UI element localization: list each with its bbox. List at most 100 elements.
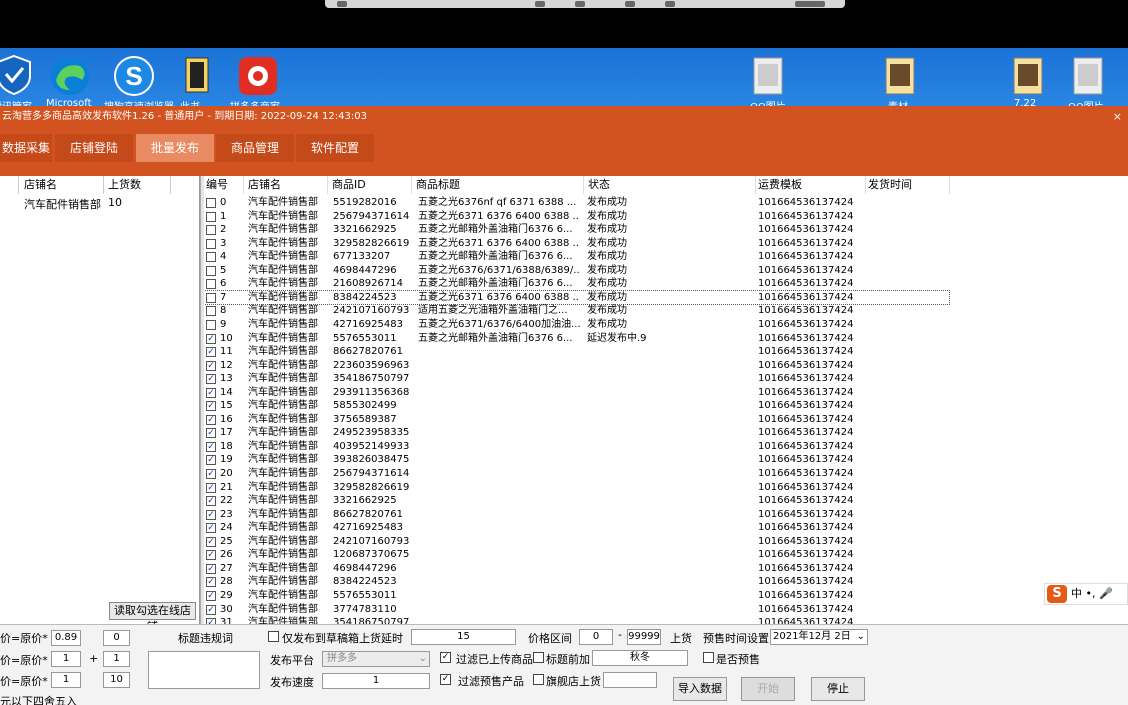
table-row[interactable]: ✓ 26 汽车配件销售部 120687370675 101664536137424 <box>204 548 1128 562</box>
price-range-min[interactable]: 0 <box>579 629 613 645</box>
table-row[interactable]: 3 汽车配件销售部 329582826619 五菱之光6371 6376 6400 6… <box>204 237 1128 251</box>
row-checkbox[interactable]: ✓ <box>206 550 216 561</box>
row-checkbox[interactable]: ✓ <box>206 387 216 398</box>
row-checkbox[interactable]: ✓ <box>206 374 216 385</box>
only-draft-checkbox[interactable] <box>268 631 279 642</box>
row-checkbox[interactable] <box>206 265 216 276</box>
price-rule-3-offset[interactable]: 10 <box>103 672 130 688</box>
table-row[interactable]: ✓ 30 汽车配件销售部 3774783110 101664536137424 <box>204 603 1128 617</box>
title-prefix-input[interactable]: 秋冬 <box>592 650 688 666</box>
row-checkbox[interactable]: ✓ <box>206 509 216 520</box>
row-checkbox[interactable]: ✓ <box>206 563 216 574</box>
tab-1[interactable]: 店铺登陆 <box>55 134 133 162</box>
tab-0[interactable]: 数据采集 <box>0 134 52 162</box>
sogou-icon[interactable]: S <box>112 54 156 98</box>
row-checkbox[interactable]: ✓ <box>206 455 216 466</box>
table-row[interactable]: ✓ 15 汽车配件销售部 5855302499 101664536137424 <box>204 399 1128 413</box>
row-checkbox[interactable] <box>206 225 216 236</box>
table-row[interactable]: 4 汽车配件销售部 677133207 五菱之光邮箱外盖油箱门6376 6... 发布成… <box>204 250 1128 264</box>
read-online-shops-button[interactable]: 读取勾选在线店铺 <box>109 602 196 633</box>
title-prefix-checkbox[interactable] <box>533 652 544 663</box>
table-row[interactable]: ✓ 24 汽车配件销售部 42716925483 101664536137424 <box>204 521 1128 535</box>
price-rule-1-multiplier[interactable]: 0.89 <box>51 630 81 646</box>
table-row[interactable]: ✓ 25 汽车配件销售部 242107160793 101664536137424 <box>204 535 1128 549</box>
tab-2[interactable]: 批量发布 <box>136 134 214 162</box>
row-checkbox[interactable] <box>206 292 216 303</box>
table-row[interactable]: ✓ 28 汽车配件销售部 8384224523 101664536137424 <box>204 575 1128 589</box>
is-presale-checkbox[interactable] <box>703 652 714 663</box>
row-checkbox[interactable] <box>206 198 216 208</box>
security-icon[interactable] <box>0 54 38 98</box>
book-icon[interactable] <box>178 54 222 98</box>
table-row[interactable]: 6 汽车配件销售部 21608926714 五菱之光邮箱外盖油箱门6376 6... 发… <box>204 277 1128 291</box>
row-checkbox[interactable]: ✓ <box>206 523 216 534</box>
col-header-status[interactable]: 状态 <box>586 176 756 194</box>
edge-icon[interactable] <box>48 54 92 98</box>
table-row[interactable]: ✓ 20 汽车配件销售部 256794371614 101664536137424 <box>204 467 1128 481</box>
row-checkbox[interactable]: ✓ <box>206 469 216 479</box>
row-checkbox[interactable]: ✓ <box>206 577 216 588</box>
table-row[interactable]: 0 汽车配件销售部 5519282016 五菱之光6376nf qf 6371 638… <box>204 196 1128 210</box>
row-checkbox[interactable] <box>206 238 216 249</box>
qq-image-icon[interactable] <box>748 54 792 98</box>
tab-4[interactable]: 软件配置 <box>296 134 374 162</box>
price-range-max[interactable]: 99999 <box>627 629 661 645</box>
row-checkbox[interactable] <box>206 319 216 330</box>
flagship-checkbox[interactable] <box>533 674 544 685</box>
row-checkbox[interactable]: ✓ <box>206 428 216 439</box>
table-row[interactable]: ✓ 19 汽车配件销售部 393826038475 101664536137424 <box>204 453 1128 467</box>
table-row[interactable]: ✓ 17 汽车配件销售部 249523958335 101664536137424 <box>204 426 1128 440</box>
row-checkbox[interactable]: ✓ <box>206 333 216 344</box>
row-checkbox[interactable]: ✓ <box>206 496 216 507</box>
table-row[interactable]: ✓ 29 汽车配件销售部 5576553011 101664536137424 <box>204 589 1128 603</box>
row-checkbox[interactable] <box>206 279 216 290</box>
price-rule-2-offset[interactable]: 1 <box>103 651 130 667</box>
table-row[interactable]: ✓ 16 汽车配件销售部 3756589387 101664536137424 <box>204 413 1128 427</box>
price-rule-2-multiplier[interactable]: 1 <box>51 651 81 667</box>
image-icon[interactable] <box>880 54 924 98</box>
import-data-button[interactable]: 导入数据 <box>673 677 727 701</box>
col-header-no[interactable]: 编号 <box>204 176 244 194</box>
filter-uploaded-checkbox[interactable]: ✓ <box>440 652 451 663</box>
row-checkbox[interactable]: ✓ <box>206 482 216 493</box>
row-checkbox[interactable]: ✓ <box>206 360 216 371</box>
col-header-ship-time[interactable]: 发货时间 <box>866 176 950 194</box>
row-checkbox[interactable]: ✓ <box>206 414 216 425</box>
row-checkbox[interactable] <box>206 211 216 222</box>
table-row[interactable]: 9 汽车配件销售部 42716925483 五菱之光6371/6376/6400加油油… <box>204 318 1128 332</box>
filter-presale-checkbox[interactable]: ✓ <box>440 674 451 685</box>
platform-select[interactable]: 拼多多 ⌄ <box>322 651 430 667</box>
col-header-title[interactable]: 商品标题 <box>414 176 584 194</box>
row-checkbox[interactable] <box>206 306 216 317</box>
table-row[interactable]: ✓ 11 汽车配件销售部 86627820761 101664536137424 <box>204 345 1128 359</box>
table-row[interactable]: ✓ 10 汽车配件销售部 5576553011 五菱之光邮箱外盖油箱门6376 6...… <box>204 332 1128 346</box>
flagship-input[interactable] <box>603 672 657 688</box>
table-row[interactable]: ✓ 21 汽车配件销售部 329582826619 101664536137424 <box>204 481 1128 495</box>
table-row[interactable]: 7 汽车配件销售部 8384224523 五菱之光6371 6376 6400 638… <box>204 289 950 306</box>
table-row[interactable]: 2 汽车配件销售部 3321662925 五菱之光邮箱外盖油箱门6376 6... 发布… <box>204 223 1128 237</box>
ime-toolbar[interactable]: S 中 •, 🎤 <box>1044 583 1128 605</box>
stop-button[interactable]: 停止 <box>811 677 865 701</box>
table-row[interactable]: ✓ 22 汽车配件销售部 3321662925 101664536137424 <box>204 494 1128 508</box>
file-icon[interactable] <box>1008 54 1052 98</box>
speed-input[interactable]: 1 <box>322 673 430 689</box>
qq-image-icon-2[interactable] <box>1068 54 1112 98</box>
table-row[interactable]: 1 汽车配件销售部 256794371614 五菱之光6371 6376 6400 6… <box>204 210 1128 224</box>
tab-3[interactable]: 商品管理 <box>216 134 294 162</box>
presale-date-picker[interactable]: 2021年12月 2日 ⌄ <box>770 629 868 645</box>
banned-words-textarea[interactable] <box>148 651 260 689</box>
pdd-icon[interactable] <box>236 54 280 98</box>
table-row[interactable]: 5 汽车配件销售部 4698447296 五菱之光6376/6371/6388/638… <box>204 264 1128 278</box>
price-rule-1-offset[interactable]: 0 <box>103 630 130 646</box>
col-header-template[interactable]: 运费模板 <box>756 176 866 194</box>
table-row[interactable]: ✓ 23 汽车配件销售部 86627820761 101664536137424 <box>204 508 1128 522</box>
table-row[interactable]: ✓ 14 汽车配件销售部 293911356368 101664536137424 <box>204 386 1128 400</box>
row-checkbox[interactable]: ✓ <box>206 604 216 615</box>
row-checkbox[interactable]: ✓ <box>206 347 216 358</box>
price-rule-3-multiplier[interactable]: 1 <box>51 672 81 688</box>
interval-input[interactable]: 15 <box>411 629 516 645</box>
table-row[interactable]: ✓ 13 汽车配件销售部 354186750797 101664536137424 <box>204 372 1128 386</box>
table-row[interactable]: ✓ 12 汽车配件销售部 223603596963 101664536137424 <box>204 359 1128 373</box>
row-checkbox[interactable] <box>206 252 216 263</box>
table-row[interactable]: 8 汽车配件销售部 242107160793 适用五菱之光油箱外盖油箱门之... 发布成… <box>204 304 1128 318</box>
